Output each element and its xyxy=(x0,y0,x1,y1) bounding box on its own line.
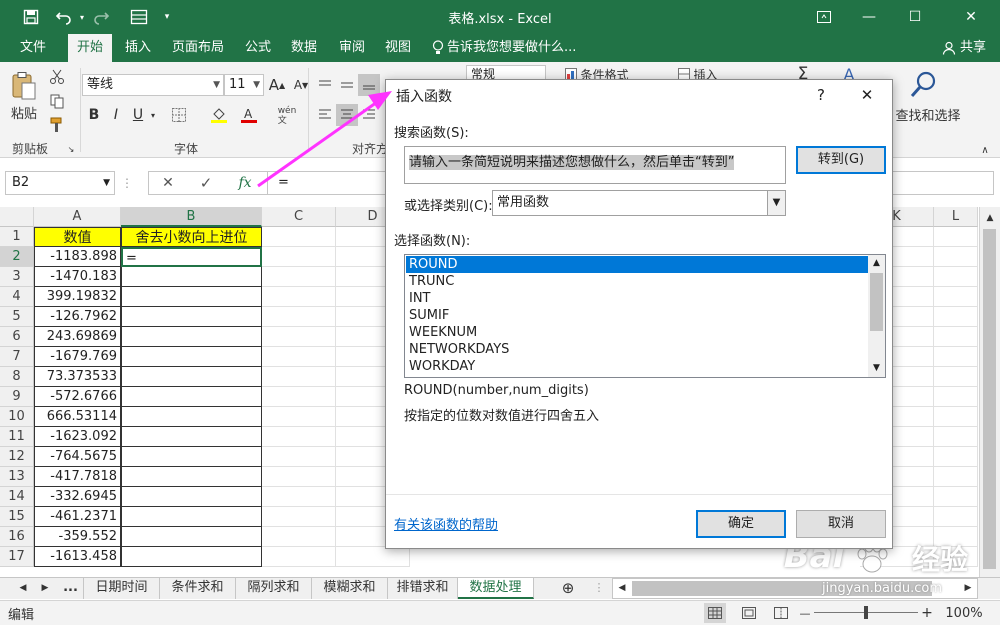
annotation-arrow-icon xyxy=(257,91,392,188)
